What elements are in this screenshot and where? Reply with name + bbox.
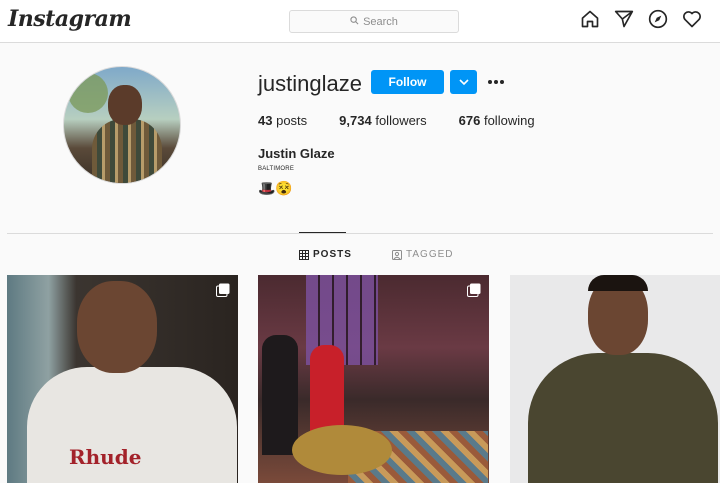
followers-stat[interactable]: 9,734 followers — [339, 113, 426, 128]
home-icon[interactable] — [580, 9, 600, 29]
profile-full-name: Justin Glaze — [258, 146, 335, 161]
activity-heart-icon[interactable] — [682, 9, 702, 29]
post-thumbnail[interactable] — [510, 275, 720, 483]
search-placeholder: Search — [363, 15, 398, 28]
suggested-dropdown-button[interactable] — [450, 70, 477, 94]
search-input[interactable]: Search — [289, 10, 459, 33]
post-thumbnail[interactable]: Rhude — [7, 275, 238, 483]
tabs-divider — [7, 233, 713, 234]
direct-icon[interactable] — [614, 9, 634, 29]
top-navigation-bar: Instagram Search — [0, 0, 720, 43]
posts-stat: 43 posts — [258, 113, 308, 128]
profile-bio-emoji: 🎩😵 — [258, 180, 293, 196]
chevron-down-icon — [458, 79, 469, 86]
follow-button[interactable]: Follow — [371, 70, 444, 94]
multiple-photos-icon — [216, 283, 230, 297]
tab-posts[interactable]: POSTS — [299, 249, 352, 260]
multiple-photos-icon — [467, 283, 481, 297]
profile-bio-location: BALTIMORE — [258, 166, 295, 172]
profile-avatar[interactable] — [63, 66, 181, 184]
instagram-logo[interactable]: Instagram — [8, 6, 132, 32]
profile-stats: 43 posts 9,734 followers 676 following — [258, 113, 567, 128]
more-options-button[interactable] — [486, 72, 506, 92]
tab-tagged[interactable]: TAGGED — [392, 249, 453, 260]
tab-tagged-label: TAGGED — [406, 249, 454, 260]
tab-posts-label: POSTS — [313, 249, 352, 260]
following-stat[interactable]: 676 following — [459, 113, 535, 128]
more-dots-icon — [488, 80, 504, 84]
grid-icon — [299, 249, 309, 260]
post-shirt-text: Rhude — [69, 445, 142, 469]
profile-username: justinglaze — [258, 71, 362, 96]
tagged-icon — [392, 249, 402, 260]
post-thumbnail[interactable] — [258, 275, 489, 483]
explore-icon[interactable] — [648, 9, 668, 29]
active-tab-indicator — [299, 232, 346, 233]
search-icon — [350, 15, 359, 28]
